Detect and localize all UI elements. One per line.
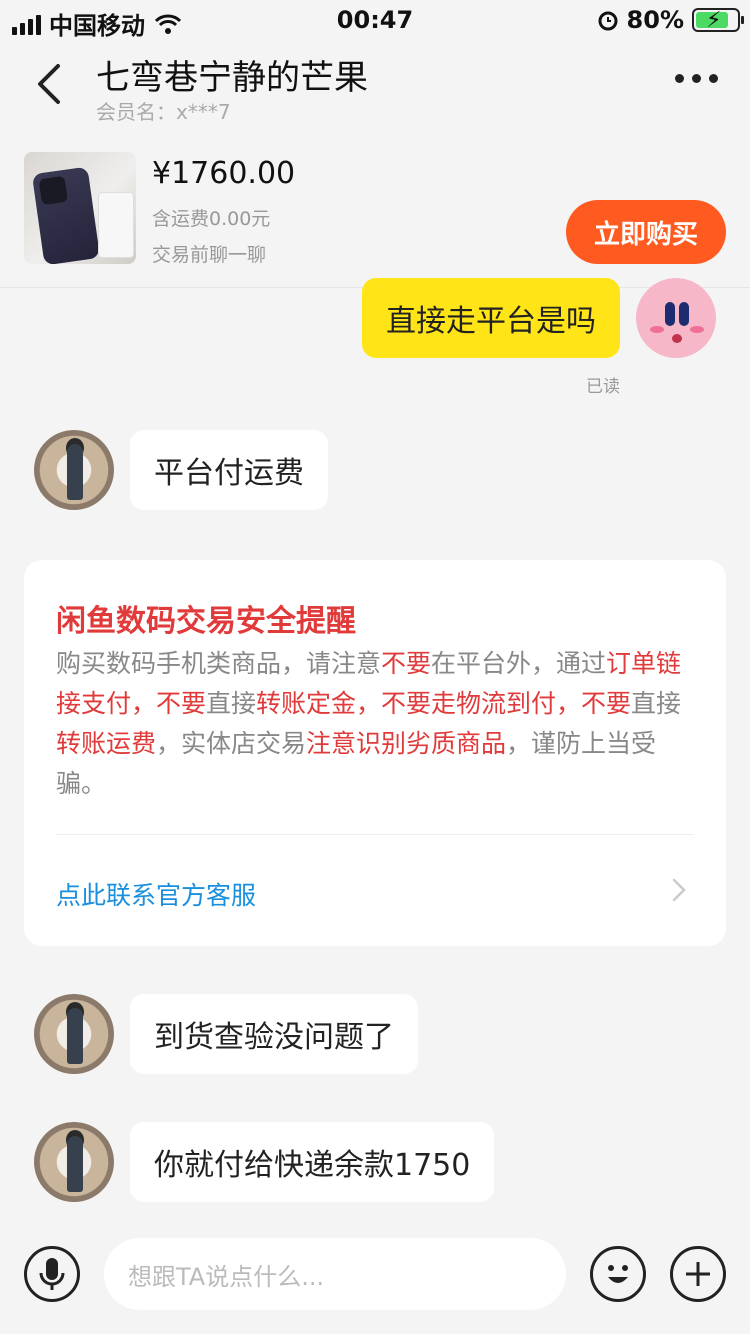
alarm-icon [598, 11, 618, 31]
safety-text: 直接 [206, 689, 257, 718]
message-row-outgoing: 直接走平台是吗 [362, 278, 716, 358]
safety-text: 在平台外，通过 [431, 649, 607, 678]
contact-support-link[interactable]: 点此联系官方客服 [56, 876, 256, 912]
seller-avatar[interactable] [34, 994, 114, 1074]
safety-warning-text: 转账定金，不要走物流到付，不要 [256, 689, 632, 718]
product-thumbnail[interactable] [24, 152, 136, 264]
product-card[interactable]: ¥1760.00 含运费0.00元 交易前聊一聊 立即购买 [0, 132, 750, 288]
more-actions-button[interactable] [670, 1246, 726, 1302]
read-status: 已读 [586, 377, 620, 397]
message-row-incoming: 你就付给快递余款1750 [34, 1122, 495, 1202]
message-bubble[interactable]: 直接走平台是吗 [362, 278, 620, 358]
smiley-icon [608, 1265, 628, 1283]
message-bubble[interactable]: 到货查验没问题了 [130, 994, 418, 1074]
safety-warning-text: 转账运费 [56, 729, 157, 758]
microphone-icon [39, 1258, 65, 1290]
safety-reminder-card: 闲鱼数码交易安全提醒 购买数码手机类商品，请注意不要在平台外，通过订单链接支付，… [24, 560, 726, 946]
product-price: ¥1760.00 [152, 156, 296, 191]
input-bar: 想跟TA说点什么... [0, 1230, 750, 1334]
more-options-icon[interactable] [675, 74, 718, 83]
message-row-incoming: 平台付运费 [34, 430, 328, 510]
message-bubble[interactable]: 平台付运费 [130, 430, 328, 510]
divider [56, 834, 694, 835]
plus-icon [686, 1262, 710, 1286]
chat-header: 七弯巷宁静的芒果 会员名：x***7 [0, 40, 750, 132]
my-avatar[interactable] [636, 278, 716, 358]
battery-icon: ⚡ [692, 8, 744, 33]
status-bar: 中国移动 00:47 80% ⚡ [0, 0, 750, 40]
emoji-button[interactable] [590, 1246, 646, 1302]
page-title: 七弯巷宁静的芒果 [96, 58, 368, 98]
safety-text: 直接 [631, 689, 682, 718]
member-name: 会员名：x***7 [96, 100, 231, 124]
buy-now-button[interactable]: 立即购买 [566, 200, 726, 264]
safety-text: ，实体店交易 [156, 729, 307, 758]
battery-percent: 80% [626, 6, 684, 34]
safety-text: 购买数码手机类商品，请注意 [56, 649, 382, 678]
back-arrow-icon[interactable] [32, 62, 68, 106]
safety-body: 购买数码手机类商品，请注意不要在平台外，通过订单链接支付，不要直接转账定金，不要… [56, 644, 696, 804]
message-bubble[interactable]: 你就付给快递余款1750 [130, 1122, 495, 1202]
chat-hint: 交易前聊一聊 [152, 244, 267, 266]
safety-warning-text: 不要 [381, 649, 432, 678]
safety-warning-text: 注意识别劣质商品 [306, 729, 507, 758]
safety-title: 闲鱼数码交易安全提醒 [56, 604, 356, 639]
seller-avatar[interactable] [34, 1122, 114, 1202]
message-input[interactable]: 想跟TA说点什么... [104, 1238, 566, 1310]
message-row-incoming: 到货查验没问题了 [34, 994, 418, 1074]
voice-input-button[interactable] [24, 1246, 80, 1302]
chevron-right-icon[interactable] [672, 878, 686, 902]
seller-avatar[interactable] [34, 430, 114, 510]
shipping-info: 含运费0.00元 [152, 208, 271, 230]
